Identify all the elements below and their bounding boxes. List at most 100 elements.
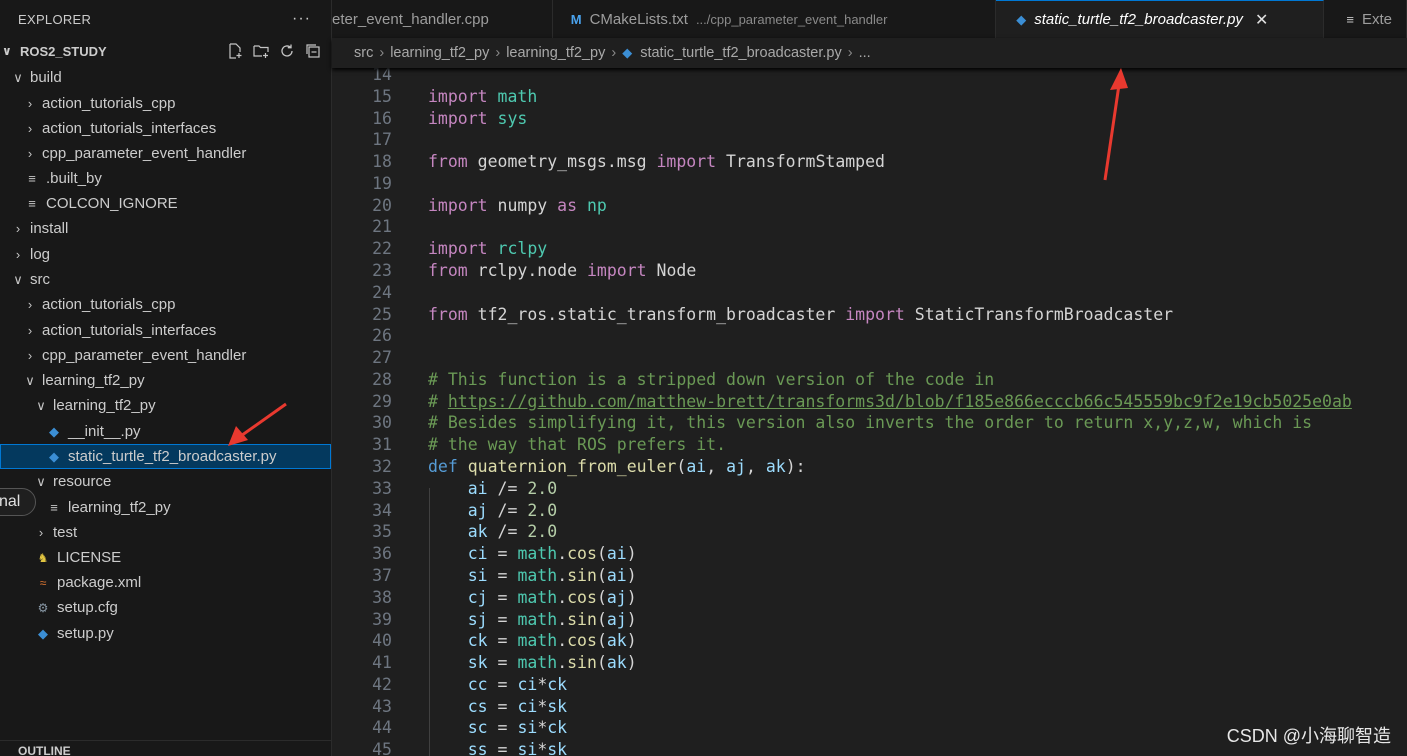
tree-item[interactable]: › cpp_parameter_event_handler bbox=[0, 343, 331, 368]
new-file-icon[interactable] bbox=[227, 43, 243, 59]
code-token: ak bbox=[606, 631, 627, 651]
code-line[interactable]: 15 import math bbox=[332, 86, 1407, 108]
more-actions-icon[interactable]: ··· bbox=[292, 10, 311, 28]
code-line[interactable]: 22 import rclpy bbox=[332, 238, 1407, 260]
code-token: ( bbox=[596, 631, 607, 651]
tree-item[interactable]: › install bbox=[0, 216, 331, 241]
code-text: ai /= 2.0 bbox=[428, 478, 557, 500]
tree-item[interactable]: ⚙ setup.cfg bbox=[0, 595, 331, 620]
breadcrumb-item[interactable]: src bbox=[354, 45, 373, 61]
chevron-right-icon: › bbox=[27, 96, 33, 111]
breadcrumb-item[interactable]: static_turtle_tf2_broadcaster.py bbox=[640, 45, 842, 61]
tree-item[interactable]: ∨ src bbox=[0, 267, 331, 292]
tree-item[interactable]: › log bbox=[0, 242, 331, 267]
code-line[interactable]: 36 ci = math.cos(ai) bbox=[332, 543, 1407, 565]
tree-item[interactable]: › cpp_parameter_event_handler bbox=[0, 141, 331, 166]
breadcrumb-item[interactable]: learning_tf2_py bbox=[390, 45, 489, 61]
tree-item[interactable]: › action_tutorials_cpp bbox=[0, 292, 331, 317]
code-token: = bbox=[487, 696, 518, 716]
code-token: import bbox=[428, 239, 488, 259]
code-line[interactable]: 26 bbox=[332, 325, 1407, 347]
code-token: ): bbox=[785, 457, 806, 477]
code-line[interactable]: 39 sj = math.sin(aj) bbox=[332, 609, 1407, 631]
new-folder-icon[interactable] bbox=[253, 43, 269, 59]
code-line[interactable]: 32 def quaternion_from_euler(ai, aj, ak): bbox=[332, 456, 1407, 478]
tree-item[interactable]: ∨ build bbox=[0, 65, 331, 90]
tree-item[interactable]: ◆ setup.py bbox=[0, 621, 331, 646]
tree-item[interactable]: ♞ LICENSE bbox=[0, 545, 331, 570]
workspace-root[interactable]: ∨ ROS2_STUDY bbox=[0, 38, 331, 64]
code-line[interactable]: 19 bbox=[332, 173, 1407, 195]
code-token: aj bbox=[606, 587, 627, 607]
code-token: si bbox=[517, 718, 538, 738]
refresh-icon[interactable] bbox=[279, 43, 295, 59]
code-token: * bbox=[537, 674, 548, 694]
chevron-right-icon: › bbox=[27, 121, 33, 136]
code-line[interactable]: 28 # This function is a stripped down ver… bbox=[332, 369, 1407, 391]
code-line[interactable]: 17 bbox=[332, 129, 1407, 151]
code-line[interactable]: 24 bbox=[332, 282, 1407, 304]
outline-section-header[interactable]: OUTLINE bbox=[0, 740, 331, 756]
code-line[interactable]: 21 bbox=[332, 216, 1407, 238]
code-line[interactable]: 31 # the way that ROS prefers it. bbox=[332, 434, 1407, 456]
code-line[interactable]: 34 aj /= 2.0 bbox=[332, 500, 1407, 522]
tree-item[interactable]: ∨ resource bbox=[0, 469, 331, 494]
code-line[interactable]: 14 bbox=[332, 68, 1407, 86]
code-line[interactable]: 25 from tf2_ros.static_transform_broadcas… bbox=[332, 304, 1407, 326]
breadcrumb-item[interactable]: learning_tf2_py bbox=[506, 45, 605, 61]
code-line[interactable]: 30 # Besides simplifying it, this version… bbox=[332, 412, 1407, 434]
tree-item[interactable]: › test bbox=[0, 520, 331, 545]
code-line[interactable]: 27 bbox=[332, 347, 1407, 369]
code-line[interactable]: 42 cc = ci*ck bbox=[332, 674, 1407, 696]
tab-active[interactable]: ◆ static_turtle_tf2_broadcaster.py ✕ bbox=[996, 0, 1325, 38]
code-token: . bbox=[557, 544, 568, 564]
code-token: ) bbox=[626, 631, 637, 651]
code-editor[interactable]: 14 15 import math 16 import sys 17 18 from geom… bbox=[332, 68, 1407, 756]
tree-item[interactable]: ∨ learning_tf2_py bbox=[0, 368, 331, 393]
code-line[interactable]: 23 from rclpy.node import Node bbox=[332, 260, 1407, 282]
close-icon[interactable]: ✕ bbox=[1255, 10, 1268, 30]
tab-label: static_turtle_tf2_broadcaster.py bbox=[1034, 11, 1243, 28]
tab-cmakelists[interactable]: M CMakeLists.txt .../cpp_parameter_event… bbox=[553, 0, 997, 38]
line-number: 22 bbox=[372, 239, 392, 259]
line-number: 34 bbox=[372, 500, 392, 520]
code-line[interactable]: 29 # https://github.com/matthew-brett/tra… bbox=[332, 391, 1407, 413]
line-number: 40 bbox=[372, 631, 392, 651]
tab-extensions[interactable]: ≡ Exte bbox=[1324, 0, 1407, 38]
code-line[interactable]: 20 import numpy as np bbox=[332, 195, 1407, 217]
terminal-pill[interactable]: nal bbox=[0, 488, 36, 516]
tab-cpp[interactable]: eter_event_handler.cpp bbox=[332, 0, 553, 38]
tree-item[interactable]: ≡ COLCON_IGNORE bbox=[0, 191, 331, 216]
code-token: sj bbox=[467, 609, 488, 629]
code-line[interactable]: 33 ai /= 2.0 bbox=[332, 478, 1407, 500]
code-text: ss = si*sk bbox=[428, 739, 567, 756]
code-line[interactable]: 16 import sys bbox=[332, 108, 1407, 130]
tree-item-selected[interactable]: ◆ static_turtle_tf2_broadcaster.py bbox=[0, 444, 331, 469]
text-file-icon: ≡ bbox=[50, 500, 58, 515]
code-line[interactable]: 43 cs = ci*sk bbox=[332, 696, 1407, 718]
tree-item[interactable]: › action_tutorials_interfaces bbox=[0, 116, 331, 141]
breadcrumb-item[interactable]: ... bbox=[859, 45, 871, 61]
code-token: . bbox=[557, 565, 568, 585]
tree-item[interactable]: › action_tutorials_interfaces bbox=[0, 318, 331, 343]
code-token: import bbox=[428, 195, 488, 215]
tree-item[interactable]: ≡ .built_by bbox=[0, 166, 331, 191]
collapse-all-icon[interactable] bbox=[305, 43, 321, 59]
tree-item[interactable]: › action_tutorials_cpp bbox=[0, 91, 331, 116]
tree-item[interactable]: ≈ package.xml bbox=[0, 570, 331, 595]
tree-item[interactable]: ◆ __init__.py bbox=[0, 419, 331, 444]
code-line[interactable]: 18 from geometry_msgs.msg import Transfor… bbox=[332, 151, 1407, 173]
tree-item[interactable]: ≡ learning_tf2_py bbox=[0, 495, 331, 520]
tree-item-label: action_tutorials_interfaces bbox=[42, 120, 217, 137]
code-line[interactable]: 38 cj = math.cos(aj) bbox=[332, 587, 1407, 609]
code-line[interactable]: 35 ak /= 2.0 bbox=[332, 521, 1407, 543]
code-line[interactable]: 41 sk = math.sin(ak) bbox=[332, 652, 1407, 674]
line-number: 45 bbox=[372, 740, 392, 756]
code-line[interactable]: 40 ck = math.cos(ak) bbox=[332, 630, 1407, 652]
tree-item-label: LICENSE bbox=[57, 549, 122, 566]
code-line[interactable]: 37 si = math.sin(ai) bbox=[332, 565, 1407, 587]
code-token: = bbox=[487, 609, 518, 629]
tree-item[interactable]: ∨ learning_tf2_py bbox=[0, 393, 331, 418]
